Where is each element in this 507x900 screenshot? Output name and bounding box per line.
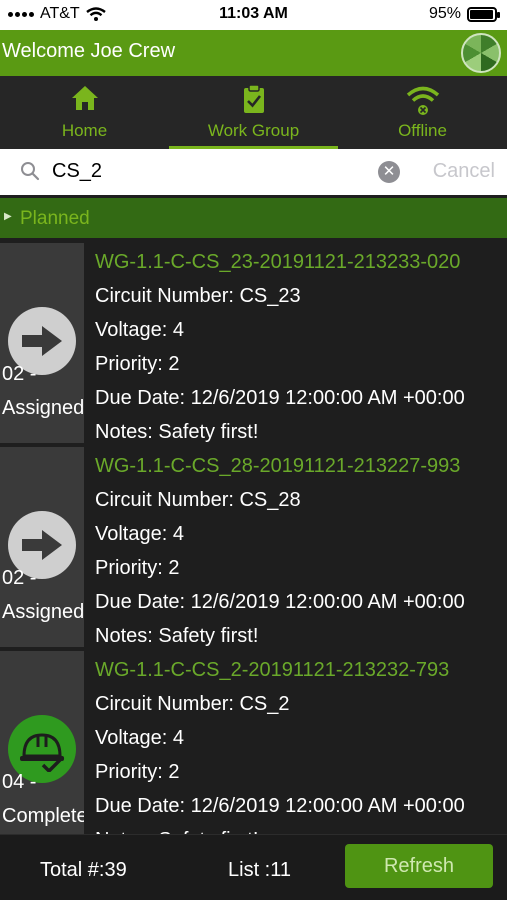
battery-percent: 95% (428, 5, 461, 22)
notes: Notes: Safety first! (95, 421, 259, 443)
list-item[interactable]: 02 - Assigned WG-1.1-C-CS_28-20191121-21… (0, 445, 507, 647)
status-label: 02 - Assigned (2, 363, 84, 419)
search-bar: CS_2 ✕ Cancel (0, 149, 507, 195)
status-label: 04 - Complete (2, 771, 84, 827)
work-group-id: WG-1.1-C-CS_28-20191121-213227-993 (95, 455, 461, 477)
welcome-text: Welcome Joe Crew (2, 40, 176, 62)
due-date: Due Date: 12/6/2019 12:00:00 AM +00:00 (95, 387, 465, 409)
item-details: WG-1.1-C-CS_28-20191121-213227-993 Circu… (95, 449, 507, 653)
item-details: WG-1.1-C-CS_23-20191121-213233-020 Circu… (95, 245, 507, 449)
clipboard-check-icon (243, 84, 264, 113)
footer-bar: Total #:39 List :11 Refresh (0, 834, 507, 900)
circuit-number: Circuit Number: CS_28 (95, 489, 301, 511)
voltage: Voltage: 4 (95, 319, 184, 341)
status-thumbnail: 02 - Assigned (0, 447, 84, 647)
priority: Priority: 2 (95, 353, 180, 375)
priority: Priority: 2 (95, 557, 180, 579)
circuit-number: Circuit Number: CS_23 (95, 285, 301, 307)
status-right: 95% (428, 5, 500, 23)
tab-work-group[interactable]: Work Group (169, 76, 338, 149)
refresh-button[interactable]: Refresh (345, 844, 493, 888)
section-header-planned[interactable]: ▶ Planned (0, 198, 507, 238)
status-thumbnail: 02 - Assigned (0, 243, 84, 443)
work-group-list[interactable]: 02 - Assigned WG-1.1-C-CS_23-20191121-21… (0, 241, 507, 834)
status-thumbnail: 04 - Complete (0, 651, 84, 834)
item-details: WG-1.1-C-CS_2-20191121-213232-793 Circui… (95, 653, 507, 834)
tab-work-group-label: Work Group (207, 121, 300, 140)
home-icon (71, 86, 98, 110)
battery-icon (467, 6, 500, 22)
tab-home-label: Home (61, 121, 108, 140)
search-icon (21, 162, 40, 181)
cancel-button[interactable]: Cancel (433, 160, 495, 183)
tab-bar: Home Work Group Offline (0, 76, 507, 149)
battery-fill (470, 9, 493, 19)
voltage: Voltage: 4 (95, 523, 184, 545)
due-date: Due Date: 12/6/2019 12:00:00 AM +00:00 (95, 591, 465, 613)
work-group-id: WG-1.1-C-CS_23-20191121-213233-020 (95, 251, 461, 273)
app-logo-icon[interactable] (461, 33, 501, 73)
work-group-id: WG-1.1-C-CS_2-20191121-213232-793 (95, 659, 450, 681)
search-input[interactable]: CS_2 (52, 160, 102, 183)
voltage: Voltage: 4 (95, 727, 184, 749)
status-label: 02 - Assigned (2, 567, 84, 623)
list-count: List :11 (228, 859, 291, 881)
tab-offline[interactable]: Offline (338, 76, 507, 149)
notes: Notes: Safety first! (95, 625, 259, 647)
priority: Priority: 2 (95, 761, 180, 783)
clear-search-icon[interactable]: ✕ (378, 161, 400, 183)
welcome-header: Welcome Joe Crew (0, 30, 507, 76)
status-bar: AT&T 11:03 AM 95% (0, 0, 507, 30)
tab-offline-label: Offline (398, 121, 447, 140)
list-item[interactable]: 02 - Assigned WG-1.1-C-CS_23-20191121-21… (0, 241, 507, 443)
wifi-offline-icon (406, 86, 439, 115)
section-label: Planned (20, 208, 90, 229)
total-count: Total #:39 (40, 859, 127, 881)
circuit-number: Circuit Number: CS_2 (95, 693, 290, 715)
tab-home[interactable]: Home (0, 76, 169, 149)
notes: Notes: Safety first! (95, 823, 507, 834)
list-item[interactable]: 04 - Complete WG-1.1-C-CS_2-20191121-213… (0, 649, 507, 834)
due-date: Due Date: 12/6/2019 12:00:00 AM +00:00 (95, 795, 465, 817)
disclosure-triangle-icon: ▶ (4, 211, 12, 222)
